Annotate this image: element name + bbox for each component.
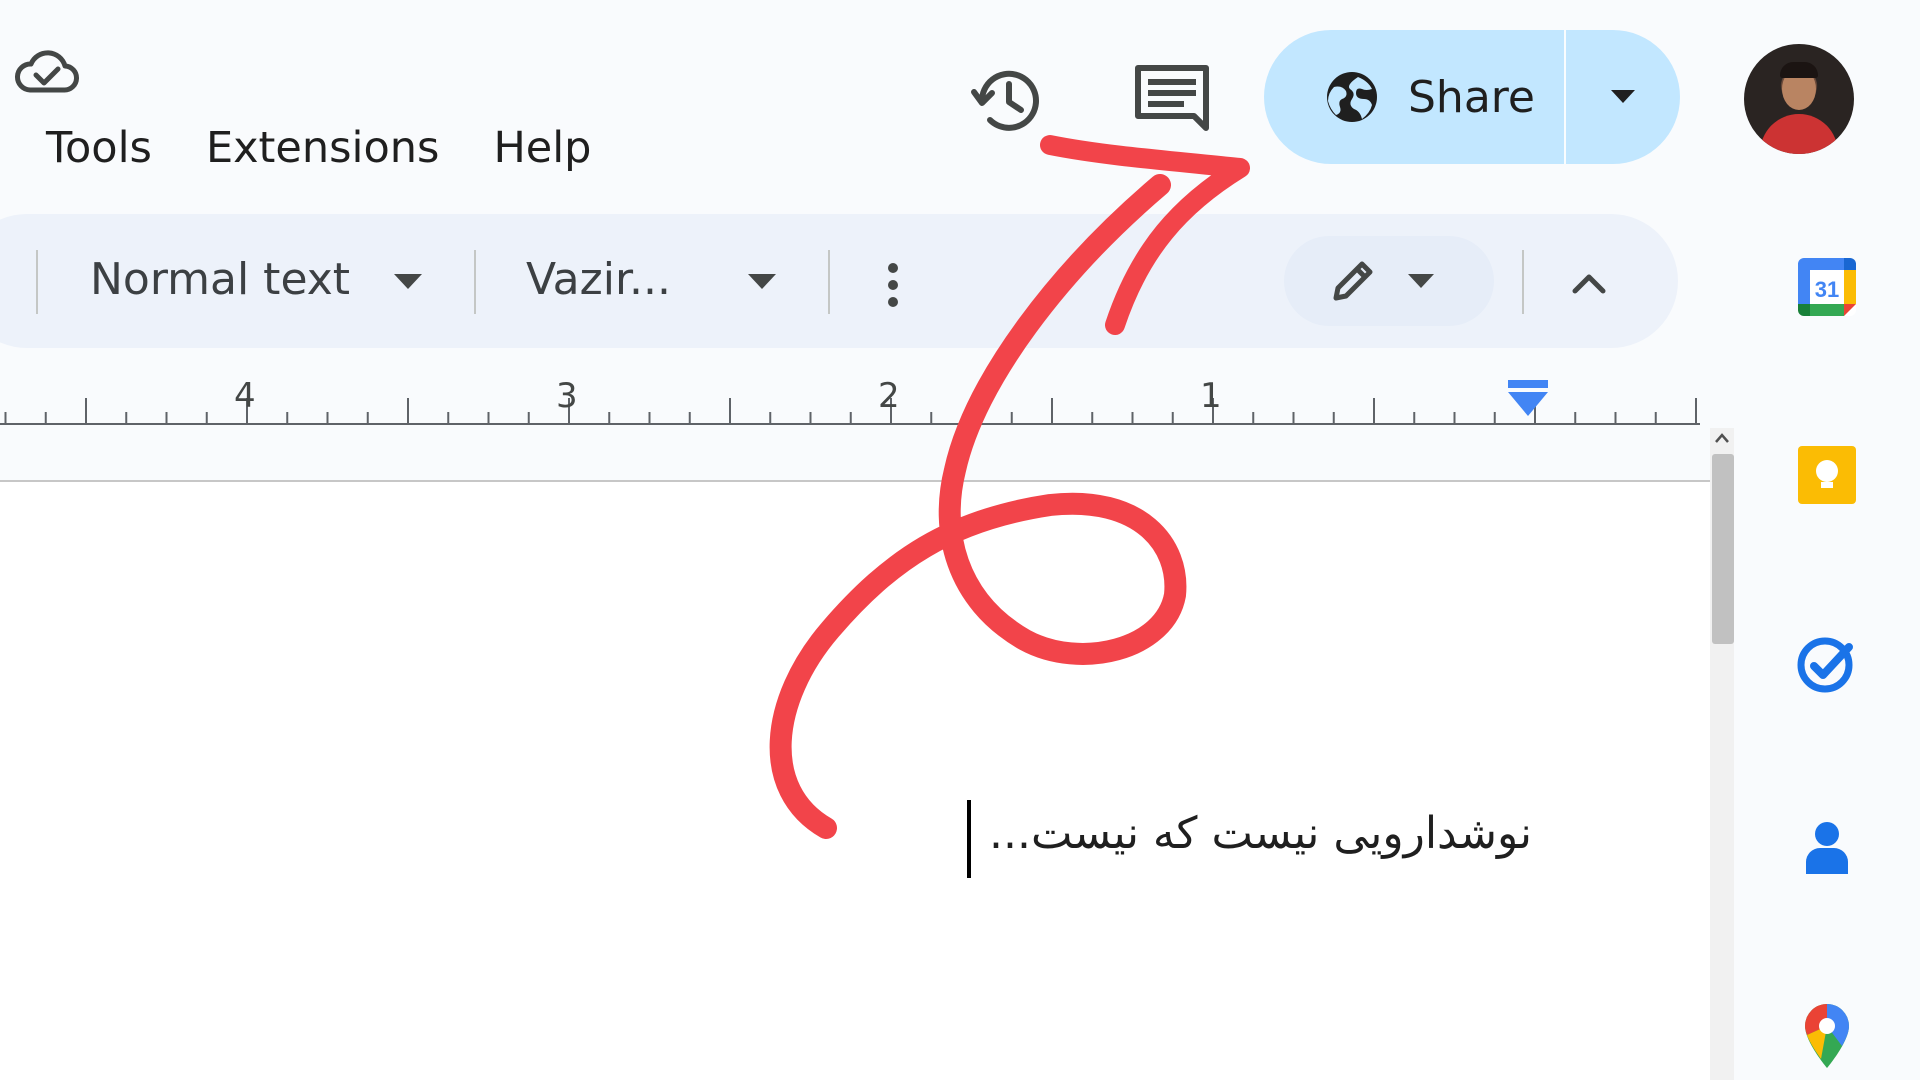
page-margin [0,428,1710,480]
scroll-up-icon[interactable] [1714,432,1730,444]
share-button-group: Share [1264,30,1680,164]
share-dropdown-button[interactable] [1566,30,1680,164]
comments-icon[interactable] [1132,62,1212,134]
calendar-icon[interactable]: 31 [1796,256,1858,318]
svg-text:31: 31 [1815,277,1839,302]
avatar[interactable] [1744,44,1854,154]
history-icon[interactable] [968,62,1046,140]
caret-down-icon [1408,274,1434,288]
globe-icon [1327,72,1377,122]
toolbar-separator [828,250,830,314]
caret-down-icon[interactable] [748,274,776,290]
pencil-icon [1333,261,1373,301]
tasks-icon[interactable] [1796,632,1858,694]
toolbar-separator [1522,250,1524,314]
text-cursor [967,800,971,878]
toolbar-separator [36,250,38,314]
ruler-number: 4 [234,376,256,416]
menu-extensions[interactable]: Extensions [206,123,440,173]
chevron-up-icon[interactable] [1572,272,1606,294]
font-select[interactable]: Vazir... [526,254,671,305]
maps-icon[interactable] [1796,1000,1858,1072]
toolbar-separator [474,250,476,314]
caret-down-icon[interactable] [394,274,422,290]
menu-help[interactable]: Help [493,123,591,173]
caret-down-icon [1611,90,1635,103]
share-label: Share [1408,71,1535,123]
ruler-number: 3 [556,376,578,416]
paragraph-style-select[interactable]: Normal text [90,254,350,305]
share-divider [1564,30,1566,164]
cloud-done-icon[interactable] [14,50,80,96]
editing-mode-button[interactable] [1284,236,1494,326]
document-text[interactable]: نوشدارویی نیست که نیست... [980,808,1532,859]
indent-marker-icon[interactable] [1506,380,1550,418]
more-options-icon[interactable] [886,262,900,308]
scrollbar-thumb[interactable] [1712,454,1734,644]
document-page[interactable] [0,480,1710,1080]
menu-bar: Tools Extensions Help [46,120,645,176]
contacts-icon[interactable] [1796,816,1858,878]
share-button[interactable]: Share [1264,30,1564,164]
ruler-number: 1 [1200,376,1222,416]
keep-icon[interactable] [1796,444,1858,506]
ruler[interactable] [0,372,1740,428]
ruler-number: 2 [878,376,900,416]
menu-tools[interactable]: Tools [46,123,152,173]
